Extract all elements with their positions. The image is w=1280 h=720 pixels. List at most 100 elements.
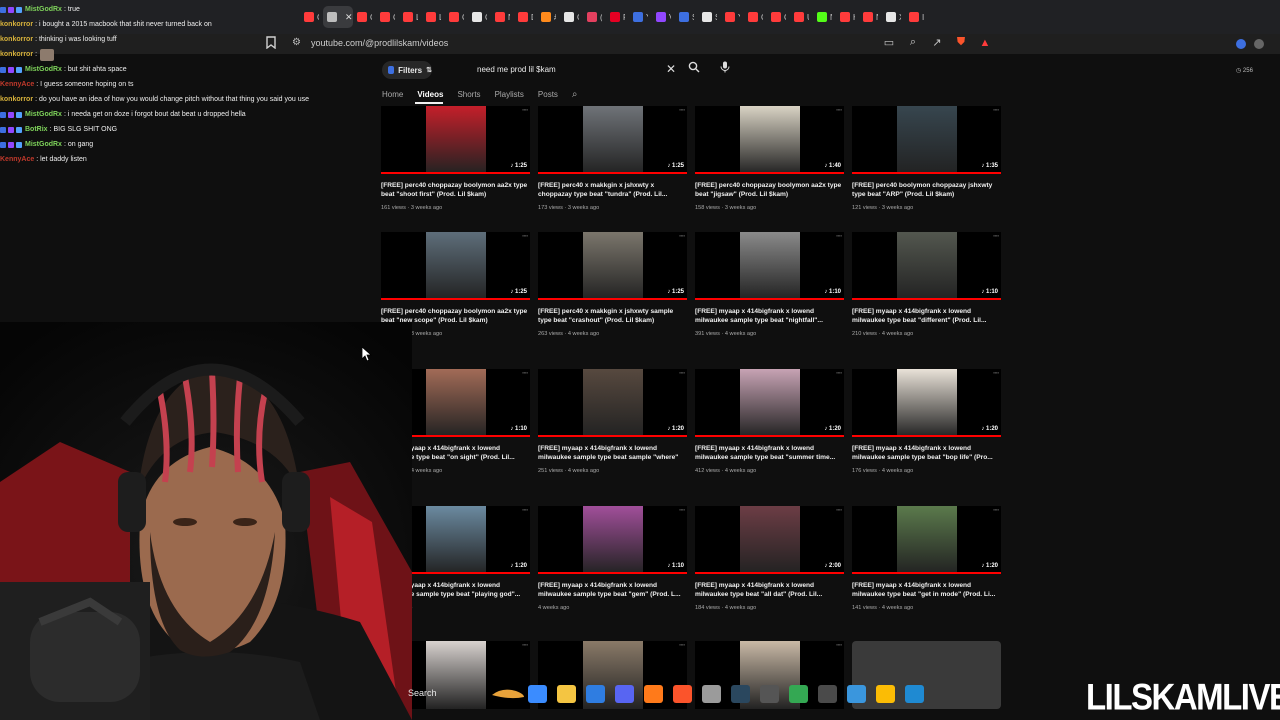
brave-icon[interactable]	[673, 685, 692, 703]
chat-username[interactable]: konkorror	[0, 36, 33, 43]
copilot-icon[interactable]	[528, 685, 547, 703]
video-title[interactable]: [FREE] perc40 x makkgin x jshxwty x chop…	[538, 181, 687, 200]
browser-tab[interactable]: N	[813, 6, 836, 28]
tab-playlists[interactable]: Playlists	[495, 90, 524, 99]
browser-tab[interactable]: G	[560, 6, 583, 28]
steam-icon[interactable]	[731, 685, 750, 703]
search-box[interactable]: need me prod lil $kam ✕	[466, 60, 686, 80]
video-title[interactable]: [FREE] myaap x 414bigfrank x lowend milw…	[695, 444, 844, 463]
photos-icon[interactable]	[905, 685, 924, 703]
discord-icon[interactable]	[615, 685, 634, 703]
unknown-app-icon[interactable]	[644, 685, 663, 703]
browser-tab[interactable]: Li	[422, 6, 445, 28]
chat-username[interactable]: MistGodRx	[25, 111, 62, 118]
filters-button[interactable]: Filters ⇅	[382, 61, 432, 79]
browser-tab[interactable]: S	[698, 6, 721, 28]
browser-tab[interactable]: H	[836, 6, 859, 28]
zoom-icon[interactable]: ⌕	[906, 36, 920, 49]
search-icon[interactable]	[688, 61, 700, 76]
tab-posts[interactable]: Posts	[538, 90, 558, 99]
menu-icon[interactable]	[1254, 39, 1264, 49]
cast-icon[interactable]: ▭	[882, 36, 896, 49]
search-input[interactable]: need me prod lil $kam	[477, 65, 556, 74]
chrome-icon[interactable]	[789, 685, 808, 703]
video-title[interactable]: [FREE] perc40 x makkgin x jshxwty sample…	[538, 307, 687, 326]
rewards-icon[interactable]: ▲	[978, 37, 992, 49]
chat-username[interactable]: konkorror	[0, 51, 33, 58]
chat-username[interactable]: MistGodRx	[25, 141, 62, 148]
video-title[interactable]: [FREE] perc40 choppazay boolymon aa2x ty…	[381, 181, 530, 200]
browser-tab[interactable]: U	[790, 6, 813, 28]
browser-tab[interactable]: C	[445, 6, 468, 28]
video-thumbnail[interactable]: ▪▪▪▪ ♪ 1:10	[695, 232, 844, 300]
browser-tab[interactable]: V	[652, 6, 675, 28]
video-thumbnail[interactable]: ▪▪▪▪ ♪ 1:25	[538, 106, 687, 174]
browser-tab[interactable]: Y	[721, 6, 744, 28]
taskbar-search[interactable]: Search	[408, 688, 437, 698]
video-title[interactable]: [FREE] perc40 boolymon choppazay jshxwty…	[852, 181, 1001, 200]
browser-tab[interactable]: Li	[399, 6, 422, 28]
browser-tab[interactable]: P	[606, 6, 629, 28]
chat-badges	[0, 6, 22, 13]
browser-tab[interactable]: C	[376, 6, 399, 28]
browser-tab[interactable]: N	[491, 6, 514, 28]
video-title[interactable]: [FREE] myaap x 414bigfrank x lowend milw…	[538, 581, 687, 600]
video-thumbnail[interactable]: ▪▪▪▪ ♪ 1:25	[538, 232, 687, 300]
browser-tab[interactable]: In	[905, 6, 928, 28]
chat-username[interactable]: BotRix	[25, 126, 48, 133]
chat-username[interactable]: KennyAce	[0, 156, 34, 163]
video-title[interactable]: [FREE] myaap x 414bigfrank x lowend milw…	[695, 581, 844, 600]
video-title[interactable]: [FREE] myaap x 414bigfrank x lowend milw…	[695, 307, 844, 326]
browser-tab[interactable]: S	[675, 6, 698, 28]
share-icon[interactable]: ↗	[930, 36, 944, 49]
chat-username[interactable]: KennyAce	[0, 81, 34, 88]
channel-search-icon[interactable]: ⌕	[572, 89, 578, 100]
video-title[interactable]: [FREE] perc40 choppazay boolymon aa2x ty…	[695, 181, 844, 200]
browser-tab[interactable]: Y	[629, 6, 652, 28]
taskbar-widget-icon[interactable]	[490, 687, 526, 701]
video-thumbnail[interactable]: ▪▪▪▪ ♪ 1:20	[852, 506, 1001, 574]
video-thumbnail[interactable]: ▪▪▪▪ ♪ 1:25	[381, 106, 530, 174]
video-thumbnail[interactable]: ▪▪▪▪ ♪ 1:10	[538, 506, 687, 574]
settings-icon[interactable]	[702, 685, 721, 703]
browser-tab[interactable]: C	[468, 6, 491, 28]
duration-value: 1:25	[514, 289, 527, 295]
tab-title: S	[715, 13, 717, 22]
tab-videos[interactable]: Videos	[417, 90, 443, 99]
video-title[interactable]: [FREE] myaap x 414bigfrank x lowend milw…	[852, 307, 1001, 326]
video-thumbnail[interactable]: ▪▪▪▪ ♪ 1:10	[852, 232, 1001, 300]
chat-username[interactable]: konkorror	[0, 96, 33, 103]
chat-username[interactable]: MistGodRx	[25, 66, 62, 73]
extension-icon[interactable]	[1236, 39, 1246, 49]
video-title[interactable]: [FREE] myaap x 414bigfrank x lowend milw…	[852, 444, 1001, 463]
chrome-alt-icon[interactable]	[876, 685, 895, 703]
video-thumbnail[interactable]: ▪▪▪▪ ♪ 1:25	[381, 232, 530, 300]
calendar-icon[interactable]	[586, 685, 605, 703]
video-thumbnail[interactable]: ▪▪▪▪ ♪ 1:20	[852, 369, 1001, 437]
chat-username[interactable]: MistGodRx	[25, 6, 62, 13]
video-thumbnail[interactable]: ▪▪▪▪ ♪ 1:20	[695, 369, 844, 437]
keyboard-icon[interactable]	[760, 685, 779, 703]
4k-app-icon[interactable]	[818, 685, 837, 703]
file-explorer-icon[interactable]	[557, 685, 576, 703]
tab-shorts[interactable]: Shorts	[457, 90, 480, 99]
brave-shield-icon[interactable]: ⛊	[954, 36, 968, 49]
video-title[interactable]: [FREE] myaap x 414bigfrank x lowend milw…	[852, 581, 1001, 600]
chat-username[interactable]: konkorror	[0, 21, 33, 28]
browser-tab[interactable]: N	[859, 6, 882, 28]
notepad-icon[interactable]	[847, 685, 866, 703]
browser-tab[interactable]: C	[744, 6, 767, 28]
video-thumbnail[interactable]: ▪▪▪▪ ♪ 1:20	[538, 369, 687, 437]
video-thumbnail[interactable]: ▪▪▪▪ ♪ 2:00	[695, 506, 844, 574]
browser-tab[interactable]: C	[767, 6, 790, 28]
video-title[interactable]: [FREE] myaap x 414bigfrank x lowend milw…	[538, 444, 687, 463]
video-thumbnail[interactable]: ▪▪▪▪ ♪ 1:35	[852, 106, 1001, 174]
browser-tab[interactable]: X	[882, 6, 905, 28]
browser-tab[interactable]: D	[514, 6, 537, 28]
clear-search-icon[interactable]: ✕	[666, 62, 676, 76]
video-thumbnail[interactable]: ▪▪▪▪ ♪ 1:40	[695, 106, 844, 174]
microphone-icon[interactable]	[720, 61, 730, 76]
browser-tab[interactable]: #	[537, 6, 560, 28]
tab-home[interactable]: Home	[382, 90, 403, 99]
browser-tab[interactable]: (6	[583, 6, 606, 28]
